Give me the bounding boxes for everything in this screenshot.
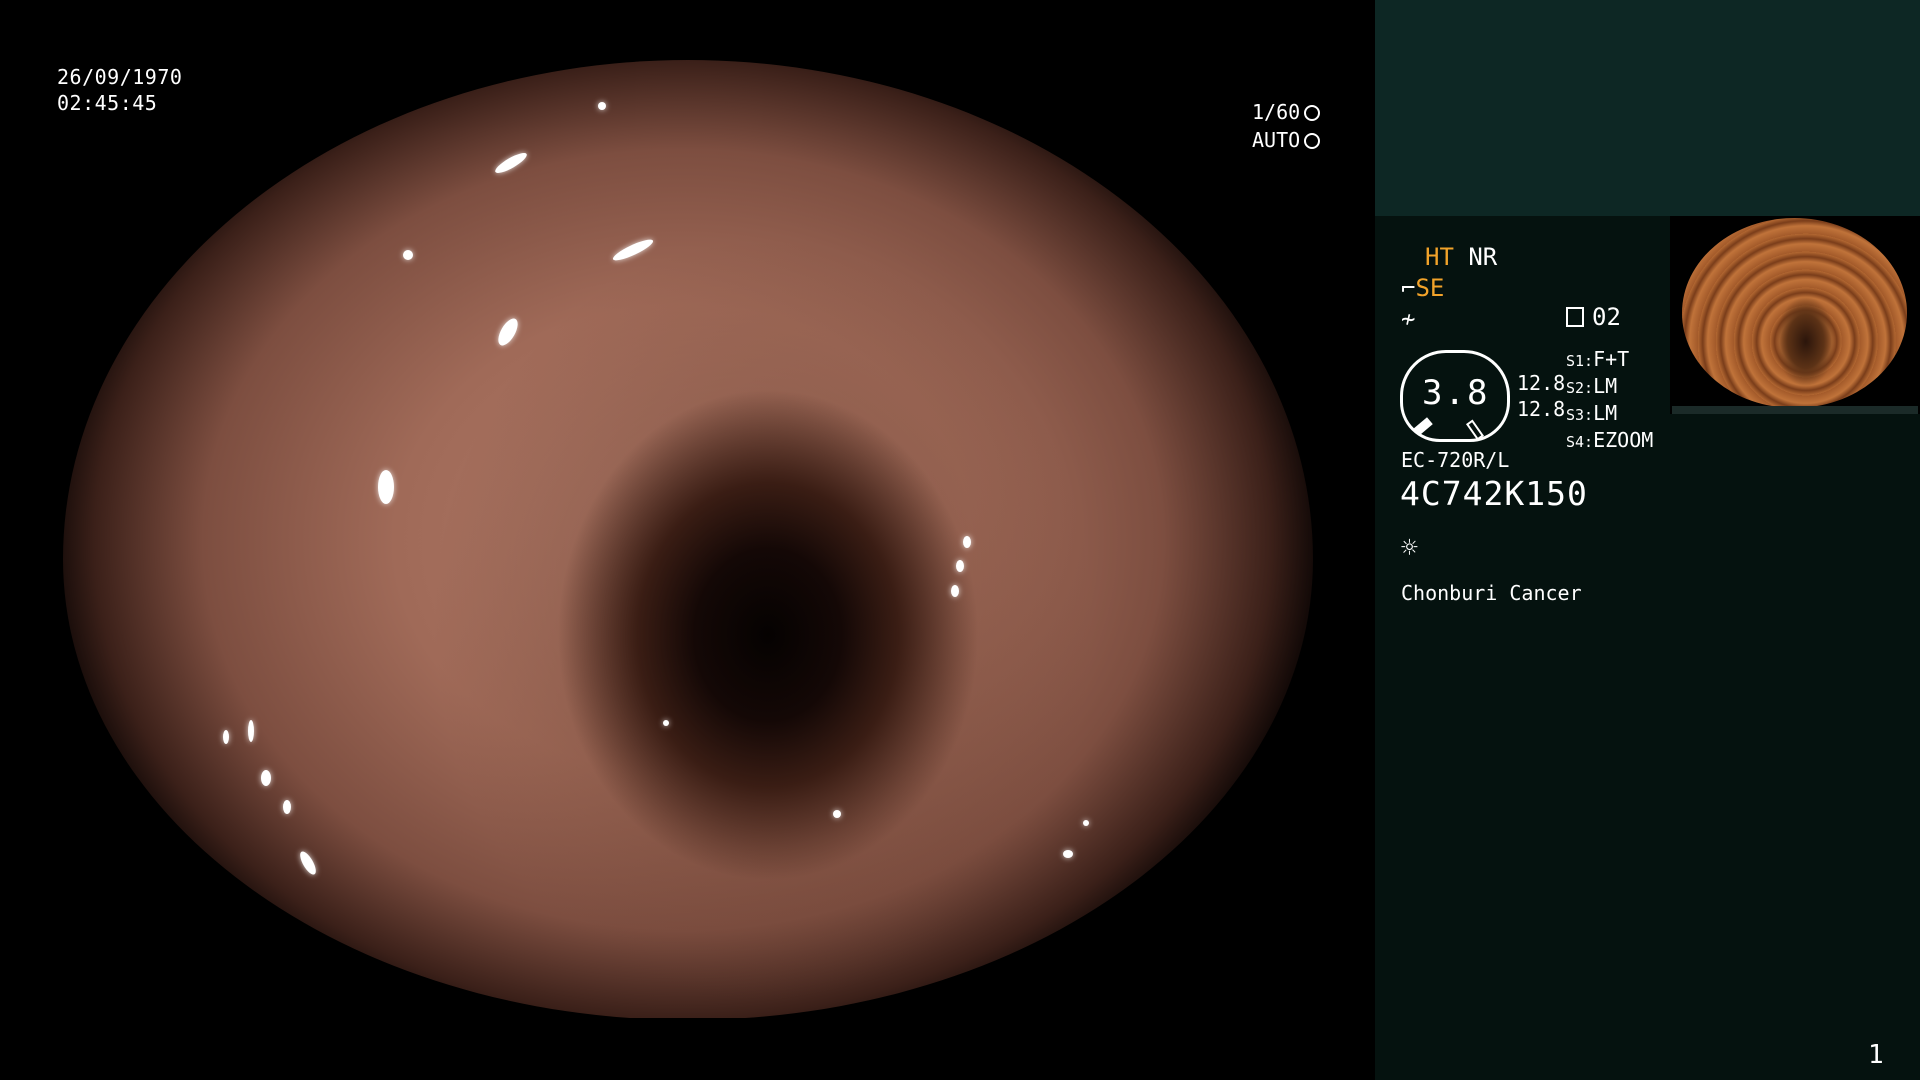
institution-name: Chonburi Cancer xyxy=(1401,581,1582,605)
f-symbol-icon: ≁ xyxy=(1401,305,1416,333)
nr-label: NR xyxy=(1468,243,1498,271)
switch-value: LM xyxy=(1593,374,1618,398)
image-mask-bottom xyxy=(0,1018,1375,1080)
switch-key: S3: xyxy=(1566,406,1594,424)
structure-enhancement: ⌐SE xyxy=(1401,274,1444,302)
switch-value: F+T xyxy=(1593,347,1630,371)
page-number: 1 xyxy=(1868,1040,1884,1070)
info-panel xyxy=(1375,0,1920,1080)
iris-mode: AUTO xyxy=(1252,128,1301,152)
thumbnail-caption-bar xyxy=(1672,406,1918,414)
specular-highlight xyxy=(598,102,606,110)
time-text: 02:45:45 xyxy=(57,91,158,115)
switch-key: S2: xyxy=(1566,379,1594,397)
specular-highlight xyxy=(833,810,841,818)
specular-highlight xyxy=(494,315,522,349)
specular-highlight xyxy=(297,849,319,877)
switch-value: LM xyxy=(1593,401,1618,425)
scope-values: 12.8 12.8 xyxy=(1517,370,1565,422)
scope-model: EC-720R/L xyxy=(1401,448,1510,472)
switch-value: EZOOM xyxy=(1593,428,1654,452)
specular-highlight xyxy=(378,470,394,504)
specular-highlight xyxy=(1063,850,1073,858)
preset-icon xyxy=(1566,307,1584,327)
specular-highlight xyxy=(492,149,530,177)
captured-thumbnail[interactable] xyxy=(1670,216,1920,414)
scope-serial: 4C742K150 xyxy=(1400,474,1588,513)
specular-highlight xyxy=(956,560,964,572)
enhancement-status: HT NR xyxy=(1425,243,1497,271)
thumbnail-image xyxy=(1682,218,1907,408)
shutter-speed: 1/60 xyxy=(1252,100,1301,124)
timestamp: 26/09/1970 02:45:45 xyxy=(57,64,182,116)
value-1: 12.8 xyxy=(1517,371,1566,395)
switch-assignments: S1:F+T S2:LM S3:LM S4:EZOOM xyxy=(1566,347,1653,455)
specular-highlight xyxy=(403,250,413,260)
value-2: 12.8 xyxy=(1517,397,1566,421)
exposure-info: 1/60 AUTO xyxy=(1252,98,1321,154)
info-panel-header xyxy=(1375,0,1920,216)
specular-highlight xyxy=(223,730,229,744)
se-label: SE xyxy=(1415,274,1445,302)
image-mask-top xyxy=(0,0,1375,60)
specular-highlight xyxy=(283,800,291,814)
specular-highlight xyxy=(1083,820,1089,826)
switch-key: S1: xyxy=(1566,352,1594,370)
endoscope-image xyxy=(63,60,1313,1020)
specular-highlight xyxy=(951,585,959,597)
switch-key: S4: xyxy=(1566,433,1594,451)
specular-highlight xyxy=(963,536,971,548)
specular-highlight xyxy=(610,236,656,264)
endoscopic-view-area xyxy=(0,0,1375,1080)
specular-highlight xyxy=(663,720,669,726)
zoom-dial-value: 3.8 xyxy=(1422,373,1490,413)
preset-indicator: 02 xyxy=(1566,303,1621,331)
light-icon: ☼ xyxy=(1401,531,1418,564)
se-prefix-icon: ⌐ xyxy=(1401,274,1416,302)
ht-label: HT xyxy=(1425,243,1454,271)
shutter-icon xyxy=(1304,105,1321,121)
specular-highlight xyxy=(261,770,271,786)
specular-highlight xyxy=(248,720,254,742)
iris-icon xyxy=(1304,133,1321,149)
preset-value: 02 xyxy=(1592,303,1621,331)
date-text: 26/09/1970 xyxy=(57,65,183,89)
